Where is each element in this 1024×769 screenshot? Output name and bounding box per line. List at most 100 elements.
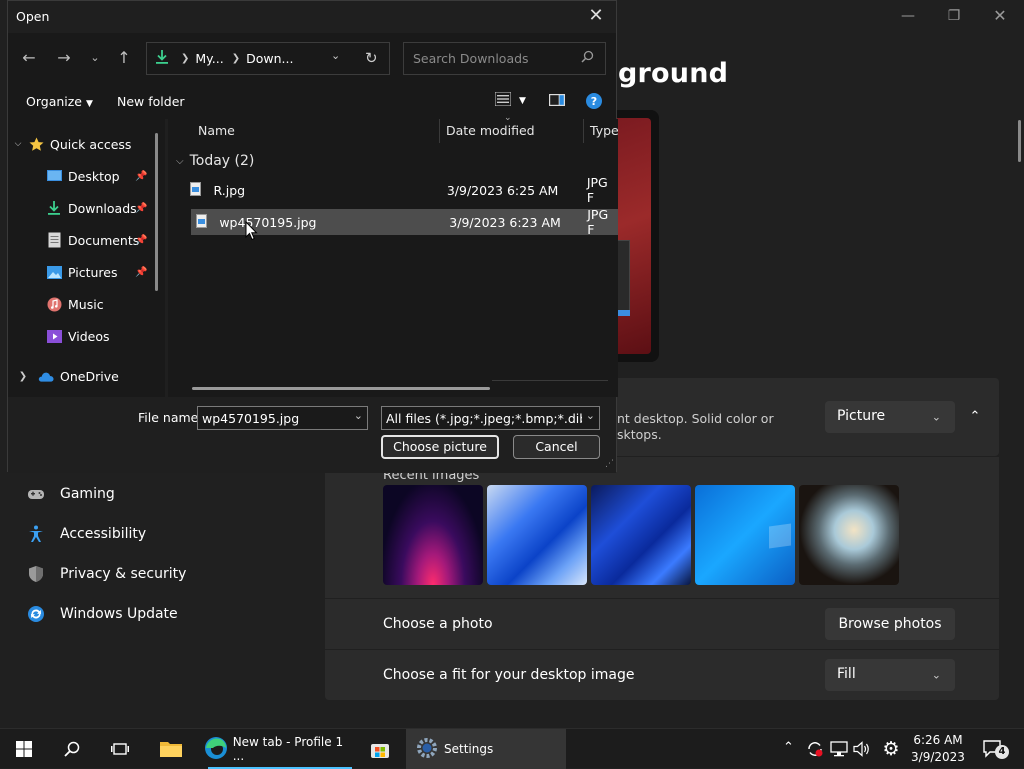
pin-icon: 📌 [135, 202, 148, 214]
nav-item-privacy[interactable]: Privacy & security [26, 559, 186, 589]
background-type-dropdown[interactable]: Picture ⌄ [825, 401, 955, 433]
pin-icon: 📌 [135, 266, 148, 278]
column-name-header[interactable]: Name [198, 123, 235, 138]
nav-downloads[interactable]: Downloads 📌 [8, 194, 158, 222]
taskbar-app-settings[interactable]: Settings [406, 729, 566, 769]
column-divider[interactable] [583, 119, 584, 143]
forward-arrow-icon[interactable]: → [53, 47, 75, 69]
choose-picture-button[interactable]: Choose picture [381, 435, 499, 459]
nav-quick-access[interactable]: ⌵ Quick access [8, 130, 158, 158]
file-name-chevron-icon[interactable]: ⌄ [354, 409, 363, 422]
nav-item-accessibility[interactable]: Accessibility [26, 519, 146, 549]
store-icon[interactable] [366, 735, 394, 763]
recent-image-3[interactable] [591, 485, 691, 585]
clock[interactable]: 6:26 AM 3/9/2023 [910, 732, 966, 766]
view-options-chevron-icon[interactable]: ▼ [519, 96, 526, 106]
show-hidden-icons-chevron-icon[interactable]: ⌃ [783, 740, 794, 755]
recent-image-5[interactable] [799, 485, 899, 585]
new-folder-button[interactable]: New folder [117, 94, 185, 109]
nav-item-gaming[interactable]: Gaming [26, 479, 115, 509]
file-list: Name ⌄ Date modified Type ⌵ Today (2) R.… [168, 113, 619, 397]
file-explorer-icon[interactable] [157, 735, 185, 763]
recent-image-1[interactable] [383, 485, 483, 585]
breadcrumb-item-my[interactable]: My... [195, 51, 223, 66]
navigation-pane: ⌵ Quick access Desktop 📌 Downloads 📌 Doc [8, 119, 165, 397]
document-icon [46, 232, 62, 248]
file-name-input[interactable]: wp4570195.jpg ⌄ [197, 406, 368, 430]
search-icon[interactable] [58, 735, 86, 763]
recent-locations-chevron-icon[interactable]: ⌄ [84, 47, 106, 69]
download-icon [155, 49, 173, 68]
search-icon [581, 50, 594, 66]
up-arrow-icon[interactable]: ↑ [113, 47, 135, 69]
file-name-label: File name: [138, 410, 203, 425]
pictures-icon [46, 264, 62, 280]
notifications-icon[interactable]: 4 [980, 735, 1009, 763]
close-button[interactable]: ✕ [977, 4, 1023, 28]
file-type-select[interactable]: All files (*.jpg;*.jpeg;*.bmp;*.dib;*.pn… [381, 406, 600, 430]
pin-icon: 📌 [135, 170, 148, 182]
horizontal-scrollbar[interactable] [192, 387, 490, 390]
organize-button[interactable]: Organize ▼ [26, 94, 93, 109]
address-dropdown-chevron-icon[interactable]: ⌄ [331, 49, 340, 62]
fit-dropdown[interactable]: Fill ⌄ [825, 659, 955, 691]
accessibility-icon [26, 524, 46, 544]
column-type-header[interactable]: Type [590, 123, 619, 138]
back-arrow-icon[interactable]: ← [18, 47, 40, 69]
chevron-right-icon[interactable]: ❯ [8, 371, 38, 382]
nav-music[interactable]: Music [8, 290, 158, 318]
dialog-close-icon[interactable]: ✕ [584, 5, 608, 29]
clock-time: 6:26 AM [913, 733, 963, 747]
settings-gear-tray-icon[interactable]: ⚙ [877, 735, 905, 763]
group-header-today[interactable]: ⌵ Today (2) [176, 153, 254, 169]
desktop-icon [46, 168, 62, 184]
nav-pictures[interactable]: Pictures 📌 [8, 258, 158, 286]
background-description: nt desktop. Solid color or [617, 411, 774, 426]
music-icon [46, 296, 62, 312]
volume-icon[interactable] [848, 735, 876, 763]
task-view-icon[interactable] [106, 735, 134, 763]
clock-date: 3/9/2023 [911, 750, 965, 764]
start-windows-icon[interactable] [10, 735, 38, 763]
shield-icon [26, 564, 46, 584]
refresh-icon[interactable]: ↻ [365, 49, 378, 67]
search-input[interactable]: Search Downloads [403, 42, 606, 75]
browse-photos-button[interactable]: Browse photos [825, 608, 955, 640]
minimize-button[interactable]: — [885, 4, 931, 28]
dialog-title-bar: Open ✕ [8, 1, 616, 33]
chevron-down-icon[interactable]: ⌵ [8, 139, 28, 149]
chevron-down-icon: ⌄ [931, 668, 941, 682]
svg-text:?: ? [591, 95, 597, 108]
cloud-icon [38, 368, 54, 384]
view-list-icon[interactable] [494, 91, 512, 109]
column-divider[interactable] [439, 119, 440, 143]
nav-pane-scrollbar[interactable] [155, 133, 158, 291]
star-icon [28, 136, 44, 152]
nav-item-windows-update[interactable]: Windows Update [26, 599, 178, 629]
taskbar-app-edge[interactable]: New tab - Profile 1 ... [200, 729, 352, 769]
restore-button[interactable]: ❐ [931, 4, 977, 28]
nav-onedrive[interactable]: ❯ OneDrive [8, 362, 158, 390]
file-type-chevron-icon[interactable]: ⌄ [585, 409, 595, 422]
nav-documents[interactable]: Documents 📌 [8, 226, 158, 254]
gamepad-icon [26, 484, 46, 504]
help-icon[interactable]: ? [586, 93, 602, 112]
address-bar[interactable]: ❯ My... ❯ Down... ⌄ ↻ [146, 42, 390, 75]
breadcrumb-separator-icon: ❯ [181, 53, 190, 64]
preview-pane-icon[interactable] [549, 94, 565, 109]
breadcrumb-item-downloads[interactable]: Down... [246, 51, 293, 66]
collapse-chevron-up-icon[interactable]: ⌃ [962, 404, 988, 430]
dialog-title: Open [16, 9, 50, 24]
address-row: ← → ⌄ ↑ ❯ My... ❯ Down... ⌄ ↻ Search Dow… [8, 33, 616, 85]
column-date-header[interactable]: Date modified [446, 123, 535, 138]
resize-grip-icon[interactable]: ⋰ [605, 459, 614, 469]
scrollbar-thumb[interactable] [1018, 120, 1021, 162]
recent-image-4[interactable] [695, 485, 795, 585]
cancel-button[interactable]: Cancel [513, 435, 600, 459]
image-file-icon [190, 181, 206, 199]
nav-videos[interactable]: Videos [8, 322, 158, 350]
recent-image-2[interactable] [487, 485, 587, 585]
file-row-r-jpg[interactable]: R.jpg 3/9/2023 6:25 AM JPG F [184, 175, 618, 205]
videos-icon [46, 328, 62, 344]
nav-desktop[interactable]: Desktop 📌 [8, 162, 158, 190]
